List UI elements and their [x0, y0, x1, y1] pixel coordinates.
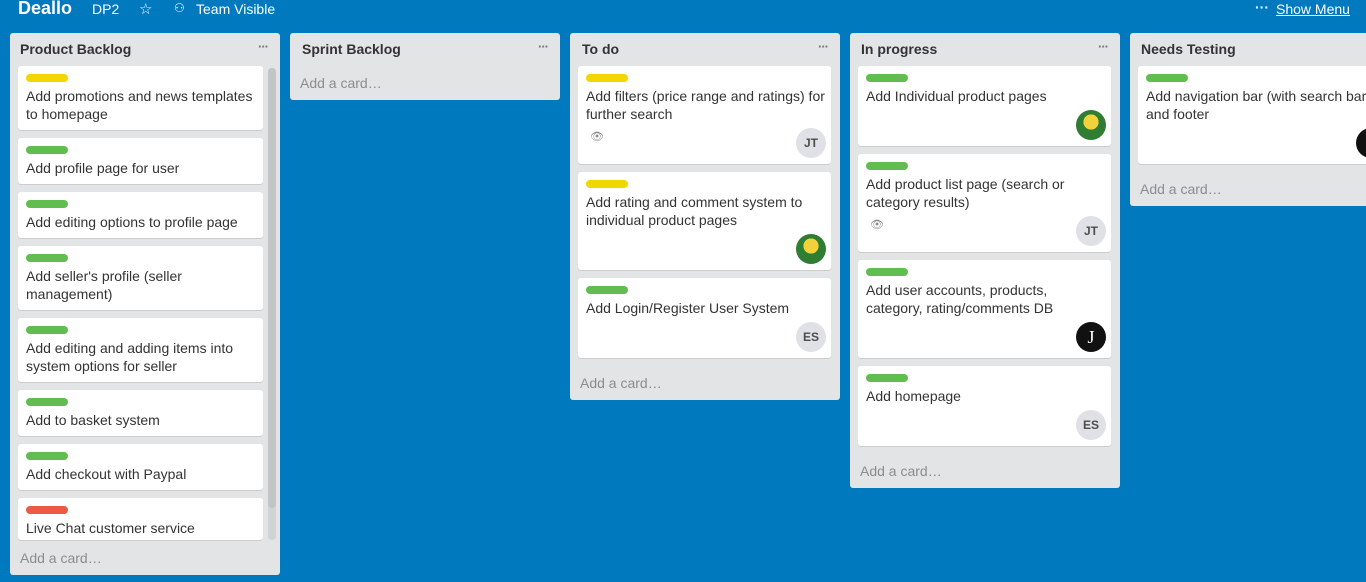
- label-green: [26, 326, 68, 334]
- add-card-button[interactable]: Add a card…: [20, 550, 102, 566]
- photo-avatar[interactable]: [796, 234, 826, 264]
- board-tag[interactable]: DP2: [92, 1, 119, 17]
- card[interactable]: Add homepage ES: [858, 366, 1111, 446]
- list-sprint-backlog: Sprint Backlog ··· Add a card…: [290, 33, 560, 100]
- card-title: Add promotions and news templates to hom…: [26, 88, 253, 122]
- card[interactable]: Add to basket system: [18, 390, 263, 436]
- list-menu-icon[interactable]: ···: [818, 39, 829, 54]
- list-title[interactable]: Sprint Backlog: [302, 41, 401, 57]
- card-title: Add filters (price range and ratings) fo…: [586, 88, 825, 122]
- card[interactable]: Add rating and comment system to individ…: [578, 172, 831, 270]
- show-menu-link[interactable]: Show Menu: [1276, 1, 1350, 17]
- star-icon[interactable]: ☆: [139, 0, 152, 18]
- card-title: Add editing and adding items into system…: [26, 340, 234, 374]
- board-header: Deallo DP2 ☆ ⚇ Team Visible ··· Show Men…: [0, 0, 1366, 20]
- label-green: [1146, 74, 1188, 82]
- label-green: [586, 286, 628, 294]
- label-green: [26, 452, 68, 460]
- photo-avatar[interactable]: [1076, 110, 1106, 140]
- card-title: Live Chat customer service: [26, 520, 195, 536]
- card-title: Add checkout with Paypal: [26, 466, 187, 482]
- card-title: Add user accounts, products, category, r…: [866, 282, 1054, 316]
- card-title: Add rating and comment system to individ…: [586, 194, 803, 228]
- card[interactable]: Add profile page for user: [18, 138, 263, 184]
- member-avatar[interactable]: J: [1076, 322, 1106, 352]
- label-yellow: [586, 74, 628, 82]
- card[interactable]: Add promotions and news templates to hom…: [18, 66, 263, 130]
- board-name[interactable]: Deallo: [18, 0, 72, 19]
- card-title: Add homepage: [866, 388, 961, 404]
- list-in-progress: In progress ··· Add Individual product p…: [850, 33, 1120, 488]
- label-yellow: [26, 74, 68, 82]
- watch-icon: 👁: [870, 219, 884, 231]
- label-green: [866, 374, 908, 382]
- label-yellow: [586, 180, 628, 188]
- card[interactable]: Add Individual product pages: [858, 66, 1111, 146]
- label-green: [26, 398, 68, 406]
- list-menu-icon[interactable]: ···: [1098, 39, 1109, 54]
- card-title: Add Individual product pages: [866, 88, 1047, 104]
- card-title: Add editing options to profile page: [26, 214, 238, 230]
- card-title: Add product list page (search or categor…: [866, 176, 1065, 210]
- label-green: [26, 146, 68, 154]
- member-avatar[interactable]: J: [1356, 128, 1366, 158]
- label-green: [866, 74, 908, 82]
- list-needs-testing: Needs Testing Add navigation bar (with s…: [1130, 33, 1366, 206]
- member-avatar[interactable]: ES: [1076, 410, 1106, 440]
- list-title[interactable]: In progress: [861, 41, 937, 57]
- list-title[interactable]: Product Backlog: [20, 41, 131, 57]
- card[interactable]: Add filters (price range and ratings) fo…: [578, 66, 831, 164]
- card-title: Add Login/Register User System: [586, 300, 790, 316]
- member-avatar[interactable]: JT: [1076, 216, 1106, 246]
- scrollbar-thumb[interactable]: [268, 68, 276, 508]
- member-avatar[interactable]: JT: [796, 128, 826, 158]
- card[interactable]: Add editing options to profile page: [18, 192, 263, 238]
- list-menu-icon[interactable]: ···: [538, 39, 549, 54]
- list-menu-icon[interactable]: ···: [258, 39, 269, 54]
- card[interactable]: Live Chat customer service: [18, 498, 263, 540]
- add-card-button[interactable]: Add a card…: [300, 75, 382, 91]
- card[interactable]: Add seller's profile (seller management): [18, 246, 263, 310]
- label-green: [866, 268, 908, 276]
- add-card-button[interactable]: Add a card…: [580, 375, 662, 391]
- card-title: Add profile page for user: [26, 160, 180, 176]
- label-green: [26, 200, 68, 208]
- card[interactable]: Add navigation bar (with search bar) and…: [1138, 66, 1366, 164]
- team-visibility-icon: ⚇: [174, 1, 185, 15]
- list-scrollbar[interactable]: [268, 68, 276, 540]
- list-title[interactable]: To do: [582, 41, 619, 57]
- label-red: [26, 506, 68, 514]
- label-green: [866, 162, 908, 170]
- list-to-do: To do ··· Add filters (price range and r…: [570, 33, 840, 400]
- card[interactable]: Add checkout with Paypal: [18, 444, 263, 490]
- add-card-button[interactable]: Add a card…: [1140, 181, 1222, 197]
- menu-dots-icon[interactable]: ···: [1255, 0, 1269, 15]
- card[interactable]: Add product list page (search or categor…: [858, 154, 1111, 252]
- member-avatar[interactable]: ES: [796, 322, 826, 352]
- card-title: Add to basket system: [26, 412, 160, 428]
- visibility-button[interactable]: Team Visible: [196, 1, 275, 17]
- list-product-backlog: Product Backlog ··· Add promotions and n…: [10, 33, 280, 575]
- card[interactable]: Add user accounts, products, category, r…: [858, 260, 1111, 358]
- watch-icon: 👁: [590, 131, 604, 143]
- add-card-button[interactable]: Add a card…: [860, 463, 942, 479]
- card[interactable]: Add editing and adding items into system…: [18, 318, 263, 382]
- list-title[interactable]: Needs Testing: [1141, 41, 1236, 57]
- card[interactable]: Add Login/Register User System ES: [578, 278, 831, 358]
- card-title: Add seller's profile (seller management): [26, 268, 182, 302]
- card-title: Add navigation bar (with search bar) and…: [1146, 88, 1366, 122]
- label-green: [26, 254, 68, 262]
